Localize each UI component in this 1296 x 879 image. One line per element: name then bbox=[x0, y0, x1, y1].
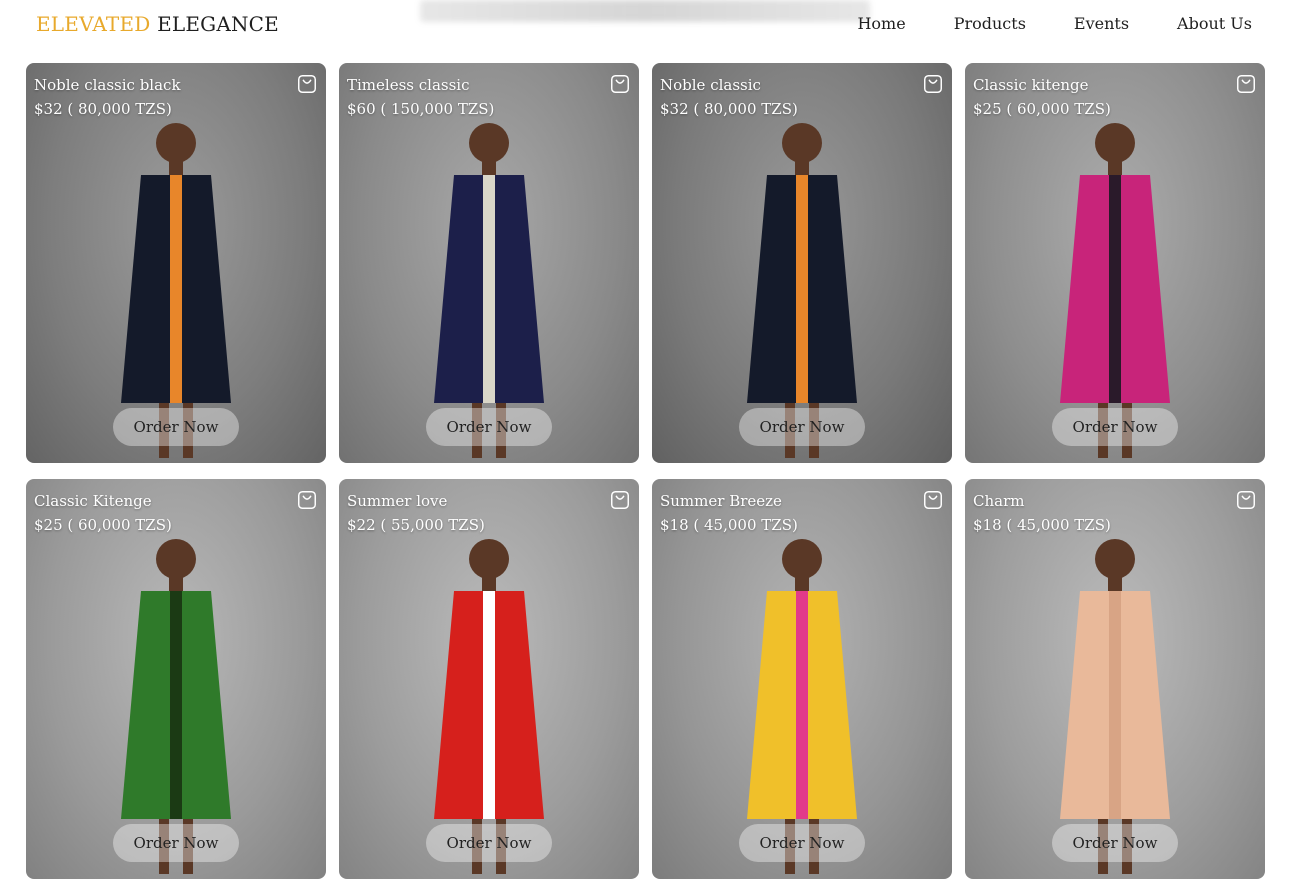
order-now-button[interactable]: Order Now bbox=[113, 408, 239, 446]
product-name: Timeless classic bbox=[347, 76, 470, 94]
product-price: $32 ( 80,000 TZS) bbox=[660, 100, 798, 118]
product-card[interactable]: Timeless classic $60 ( 150,000 TZS) Orde… bbox=[339, 63, 639, 463]
product-info: Classic kitenge $25 ( 60,000 TZS) bbox=[973, 73, 1111, 121]
brand-word-elevated: ELEVATED bbox=[36, 12, 151, 36]
product-info: Timeless classic $60 ( 150,000 TZS) bbox=[347, 73, 494, 121]
order-now-button[interactable]: Order Now bbox=[1052, 408, 1178, 446]
product-price: $32 ( 80,000 TZS) bbox=[34, 100, 172, 118]
shopping-bag-icon[interactable] bbox=[609, 489, 631, 511]
product-price: $60 ( 150,000 TZS) bbox=[347, 100, 495, 118]
product-card[interactable]: Noble classic black $32 ( 80,000 TZS) Or… bbox=[26, 63, 326, 463]
nav-events[interactable]: Events bbox=[1074, 14, 1129, 33]
order-now-button[interactable]: Order Now bbox=[739, 408, 865, 446]
shopping-bag-icon[interactable] bbox=[922, 489, 944, 511]
product-card[interactable]: Classic kitenge $25 ( 60,000 TZS) Order … bbox=[965, 63, 1265, 463]
product-price: $18 ( 45,000 TZS) bbox=[973, 516, 1111, 534]
shopping-bag-icon[interactable] bbox=[609, 73, 631, 95]
order-now-button[interactable]: Order Now bbox=[1052, 824, 1178, 862]
product-info: Summer love $22 ( 55,000 TZS) bbox=[347, 489, 485, 537]
blurred-page-heading bbox=[420, 0, 870, 22]
product-card[interactable]: Classic Kitenge $25 ( 60,000 TZS) Order … bbox=[26, 479, 326, 879]
product-info: Noble classic black $32 ( 80,000 TZS) bbox=[34, 73, 181, 121]
shopping-bag-icon[interactable] bbox=[296, 489, 318, 511]
brand-logo[interactable]: ELEVATED ELEGANCE bbox=[36, 12, 279, 36]
product-card[interactable]: Summer love $22 ( 55,000 TZS) Order Now bbox=[339, 479, 639, 879]
main-nav: Home Products Events About Us bbox=[809, 14, 1252, 33]
shopping-bag-icon[interactable] bbox=[296, 73, 318, 95]
product-price: $25 ( 60,000 TZS) bbox=[34, 516, 172, 534]
product-card[interactable]: Summer Breeze $18 ( 45,000 TZS) Order No… bbox=[652, 479, 952, 879]
product-price: $22 ( 55,000 TZS) bbox=[347, 516, 485, 534]
order-now-button[interactable]: Order Now bbox=[113, 824, 239, 862]
brand-word-elegance: ELEGANCE bbox=[157, 12, 279, 36]
product-name: Noble classic bbox=[660, 76, 761, 94]
product-price: $18 ( 45,000 TZS) bbox=[660, 516, 798, 534]
product-info: Classic Kitenge $25 ( 60,000 TZS) bbox=[34, 489, 172, 537]
product-name: Charm bbox=[973, 492, 1025, 510]
product-price: $25 ( 60,000 TZS) bbox=[973, 100, 1111, 118]
product-name: Summer love bbox=[347, 492, 448, 510]
product-info: Noble classic $32 ( 80,000 TZS) bbox=[660, 73, 798, 121]
nav-about-us[interactable]: About Us bbox=[1177, 14, 1252, 33]
product-info: Charm $18 ( 45,000 TZS) bbox=[973, 489, 1111, 537]
order-now-button[interactable]: Order Now bbox=[739, 824, 865, 862]
order-now-button[interactable]: Order Now bbox=[426, 824, 552, 862]
product-card[interactable]: Noble classic $32 ( 80,000 TZS) Order No… bbox=[652, 63, 952, 463]
nav-home[interactable]: Home bbox=[857, 14, 905, 33]
order-now-button[interactable]: Order Now bbox=[426, 408, 552, 446]
top-navigation-bar: ELEVATED ELEGANCE Home Products Events A… bbox=[0, 0, 1296, 48]
product-name: Classic Kitenge bbox=[34, 492, 152, 510]
nav-products[interactable]: Products bbox=[954, 14, 1026, 33]
shopping-bag-icon[interactable] bbox=[1235, 73, 1257, 95]
shopping-bag-icon[interactable] bbox=[1235, 489, 1257, 511]
product-grid: Noble classic black $32 ( 80,000 TZS) Or… bbox=[26, 63, 1265, 879]
shopping-bag-icon[interactable] bbox=[922, 73, 944, 95]
product-card[interactable]: Charm $18 ( 45,000 TZS) Order Now bbox=[965, 479, 1265, 879]
product-name: Noble classic black bbox=[34, 76, 181, 94]
product-info: Summer Breeze $18 ( 45,000 TZS) bbox=[660, 489, 798, 537]
product-name: Classic kitenge bbox=[973, 76, 1089, 94]
product-name: Summer Breeze bbox=[660, 492, 782, 510]
